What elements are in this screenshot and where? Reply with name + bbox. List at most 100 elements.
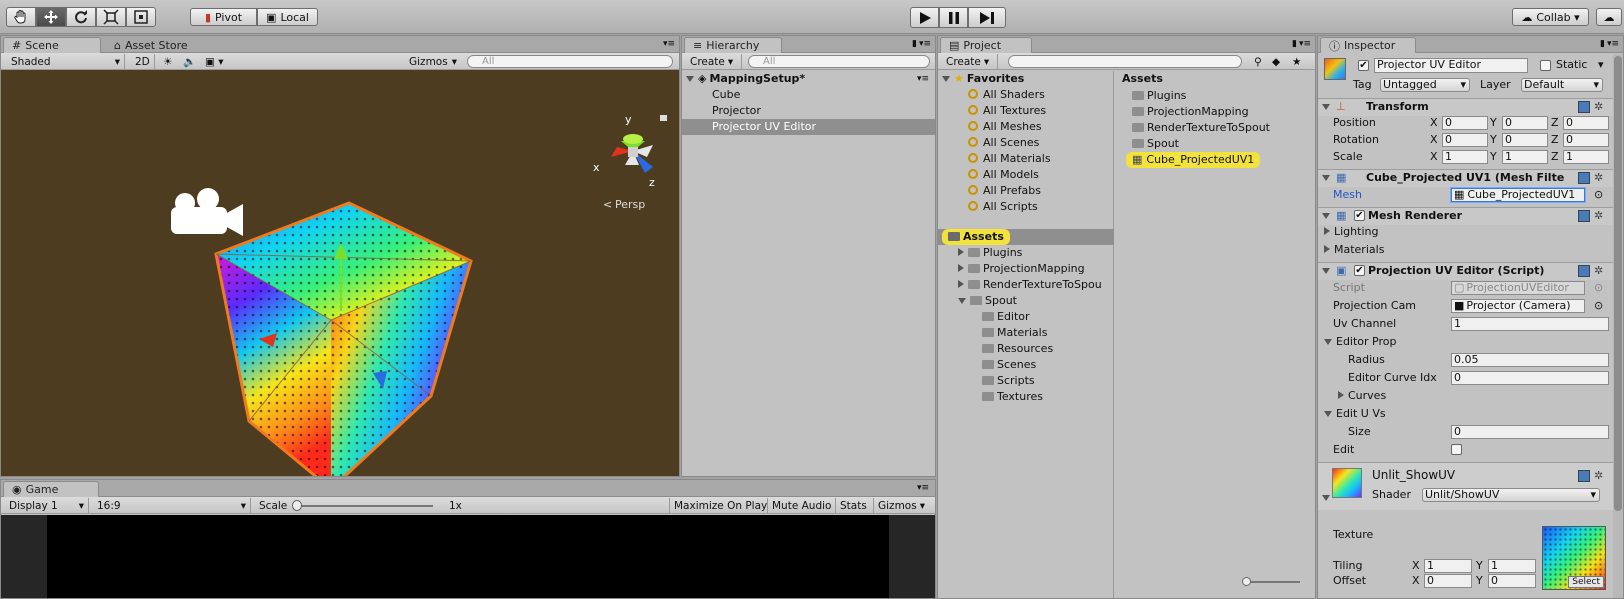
asset-folder-projectionmapping[interactable]: ProjectionMapping — [1132, 104, 1249, 120]
mesh-field[interactable]: ▦ Cube_ProjectedUV1 — [1451, 188, 1585, 202]
tree-folder-spout[interactable]: Spout — [958, 293, 1017, 309]
help-book-icon[interactable] — [1578, 470, 1590, 482]
expand-arrow-icon[interactable] — [1322, 209, 1334, 223]
audio-toggle[interactable]: 🔈 — [179, 54, 200, 69]
panel-menu-icon[interactable]: ▾≡ — [663, 39, 675, 49]
uv-channel-field[interactable]: 1 — [1451, 317, 1609, 331]
game-gizmos-dropdown[interactable]: Gizmos ▾ — [873, 498, 929, 513]
tree-folder-scripts[interactable]: Scripts — [982, 373, 1035, 389]
asset-folder-plugins[interactable]: Plugins — [1132, 88, 1186, 104]
position-z-field[interactable]: 0 — [1563, 116, 1609, 130]
tree-folder-materials[interactable]: Materials — [982, 325, 1047, 341]
gear-icon[interactable]: ✲ — [1594, 469, 1603, 482]
static-dropdown-icon[interactable]: ▾ — [1598, 58, 1604, 72]
hierarchy-scene-row[interactable]: ◈ MappingSetup* — [686, 71, 931, 87]
panel-menu-icon[interactable]: ▾≡ — [1607, 39, 1619, 49]
expand-arrow-icon[interactable] — [1322, 171, 1334, 185]
asset-folder-spout[interactable]: Spout — [1132, 136, 1179, 152]
help-book-icon[interactable] — [1578, 101, 1590, 113]
rotation-y-field[interactable]: 0 — [1502, 133, 1548, 147]
favorite-all-scripts[interactable]: All Scripts — [968, 199, 1038, 215]
project-create-dropdown[interactable]: Create ▾ — [942, 54, 998, 69]
orientation-gizmo[interactable] — [611, 134, 653, 173]
rect-tool-button[interactable] — [126, 7, 156, 27]
tab-hierarchy[interactable]: ≡ Hierarchy — [684, 37, 782, 53]
mode-2d-button[interactable]: 2D — [131, 54, 155, 69]
scale-tool-button[interactable] — [96, 7, 126, 27]
lighting-toggle[interactable]: ☀ — [159, 54, 176, 69]
favorite-all-materials[interactable]: All Materials — [968, 151, 1051, 167]
script-enabled-checkbox[interactable]: ✔ — [1354, 265, 1365, 276]
position-y-field[interactable]: 0 — [1502, 116, 1548, 130]
layer-dropdown[interactable]: Default ▾ — [1521, 78, 1603, 92]
radius-field[interactable]: 0.05 — [1451, 353, 1609, 367]
rotation-z-field[interactable]: 0 — [1563, 133, 1609, 147]
stats-toggle[interactable]: Stats — [835, 498, 871, 513]
tab-asset-store[interactable]: ⌂ Asset Store — [106, 37, 196, 53]
materials-foldout[interactable]: Materials — [1324, 243, 1384, 257]
scrollbar-thumb[interactable] — [1614, 56, 1622, 511]
panel-menu-icon[interactable]: ▾≡ — [919, 39, 931, 49]
effects-dropdown[interactable]: ▣ ▾ — [201, 54, 228, 69]
inspector-scrollbar[interactable] — [1613, 54, 1623, 598]
favorite-all-meshes[interactable]: All Meshes — [968, 119, 1042, 135]
expand-arrow-icon[interactable] — [958, 248, 964, 256]
cloud-button[interactable]: ☁ — [1596, 8, 1622, 26]
pivot-toggle[interactable]: ▮ Pivot — [190, 8, 257, 26]
size-field[interactable]: 0 — [1451, 425, 1609, 439]
hand-tool-button[interactable] — [6, 7, 36, 27]
expand-arrow-icon[interactable] — [686, 76, 694, 82]
favorite-all-models[interactable]: All Models — [968, 167, 1039, 183]
lock-icon[interactable]: ▮ — [1292, 39, 1297, 49]
offset-x-field[interactable]: 0 — [1424, 574, 1472, 588]
scale-slider[interactable] — [292, 500, 433, 511]
expand-arrow-icon[interactable] — [1322, 491, 1334, 505]
tab-scene[interactable]: # Scene — [3, 37, 101, 53]
hierarchy-item-projector[interactable]: Projector — [682, 103, 935, 119]
gizmos-dropdown[interactable]: Gizmos ▾ — [405, 54, 461, 69]
tiling-x-field[interactable]: 1 — [1424, 559, 1472, 573]
hierarchy-menu-icon[interactable]: ▾≡ — [917, 74, 929, 84]
hierarchy-item-cube[interactable]: Cube — [682, 87, 935, 103]
tree-folder-projectionmapping[interactable]: ProjectionMapping — [958, 261, 1085, 277]
tab-project[interactable]: ▤ Project — [940, 37, 1032, 53]
help-book-icon[interactable] — [1578, 172, 1590, 184]
edit-checkbox[interactable] — [1451, 444, 1462, 455]
display-dropdown[interactable]: Display 1 ▾ — [5, 498, 89, 513]
hierarchy-search-input[interactable]: All — [748, 55, 930, 68]
help-book-icon[interactable] — [1578, 210, 1590, 222]
scale-z-field[interactable]: 1 — [1563, 150, 1609, 164]
object-picker-icon[interactable]: ⊙ — [1594, 299, 1603, 313]
favorite-all-textures[interactable]: All Textures — [968, 103, 1046, 119]
expand-arrow-icon[interactable] — [958, 298, 966, 304]
favorite-all-scenes[interactable]: All Scenes — [968, 135, 1039, 151]
tab-game[interactable]: ◉ Game — [3, 481, 99, 497]
offset-y-field[interactable]: 0 — [1488, 574, 1536, 588]
tiling-y-field[interactable]: 1 — [1488, 559, 1536, 573]
active-checkbox[interactable]: ✔ — [1358, 60, 1369, 71]
slider-thumb[interactable] — [1242, 577, 1251, 586]
favorite-all-prefabs[interactable]: All Prefabs — [968, 183, 1041, 199]
favorite-star-icon[interactable]: ★ — [1288, 54, 1305, 69]
aspect-dropdown[interactable]: 16:9 ▾ — [93, 498, 251, 513]
expand-arrow-icon[interactable] — [1322, 100, 1334, 114]
gear-icon[interactable]: ✲ — [1594, 209, 1603, 222]
scale-x-field[interactable]: 1 — [1442, 150, 1488, 164]
icon-size-slider[interactable] — [1242, 577, 1300, 586]
curves-foldout[interactable]: Curves — [1338, 389, 1386, 403]
object-picker-icon[interactable]: ⊙ — [1594, 188, 1603, 202]
favorite-all-shaders[interactable]: All Shaders — [968, 87, 1045, 103]
asset-folder-rendertexturetospout[interactable]: RenderTextureToSpout — [1132, 120, 1270, 136]
rotation-x-field[interactable]: 0 — [1442, 133, 1488, 147]
move-tool-button[interactable] — [36, 7, 66, 27]
scale-y-field[interactable]: 1 — [1502, 150, 1548, 164]
position-x-field[interactable]: 0 — [1442, 116, 1488, 130]
panel-menu-icon[interactable]: ▾≡ — [1299, 39, 1311, 49]
expand-arrow-icon[interactable] — [1322, 264, 1334, 278]
lock-icon[interactable]: ▮ — [1600, 39, 1605, 49]
edit-uvs-foldout[interactable]: Edit U Vs — [1324, 407, 1386, 421]
hierarchy-item-projector-uv-editor[interactable]: Projector UV Editor — [682, 119, 935, 135]
shader-dropdown[interactable]: Unlit/ShowUV ▾ — [1422, 488, 1600, 502]
maximize-on-play-toggle[interactable]: Maximize On Play — [669, 498, 771, 513]
assets-tree-label[interactable]: Assets — [942, 229, 1010, 245]
